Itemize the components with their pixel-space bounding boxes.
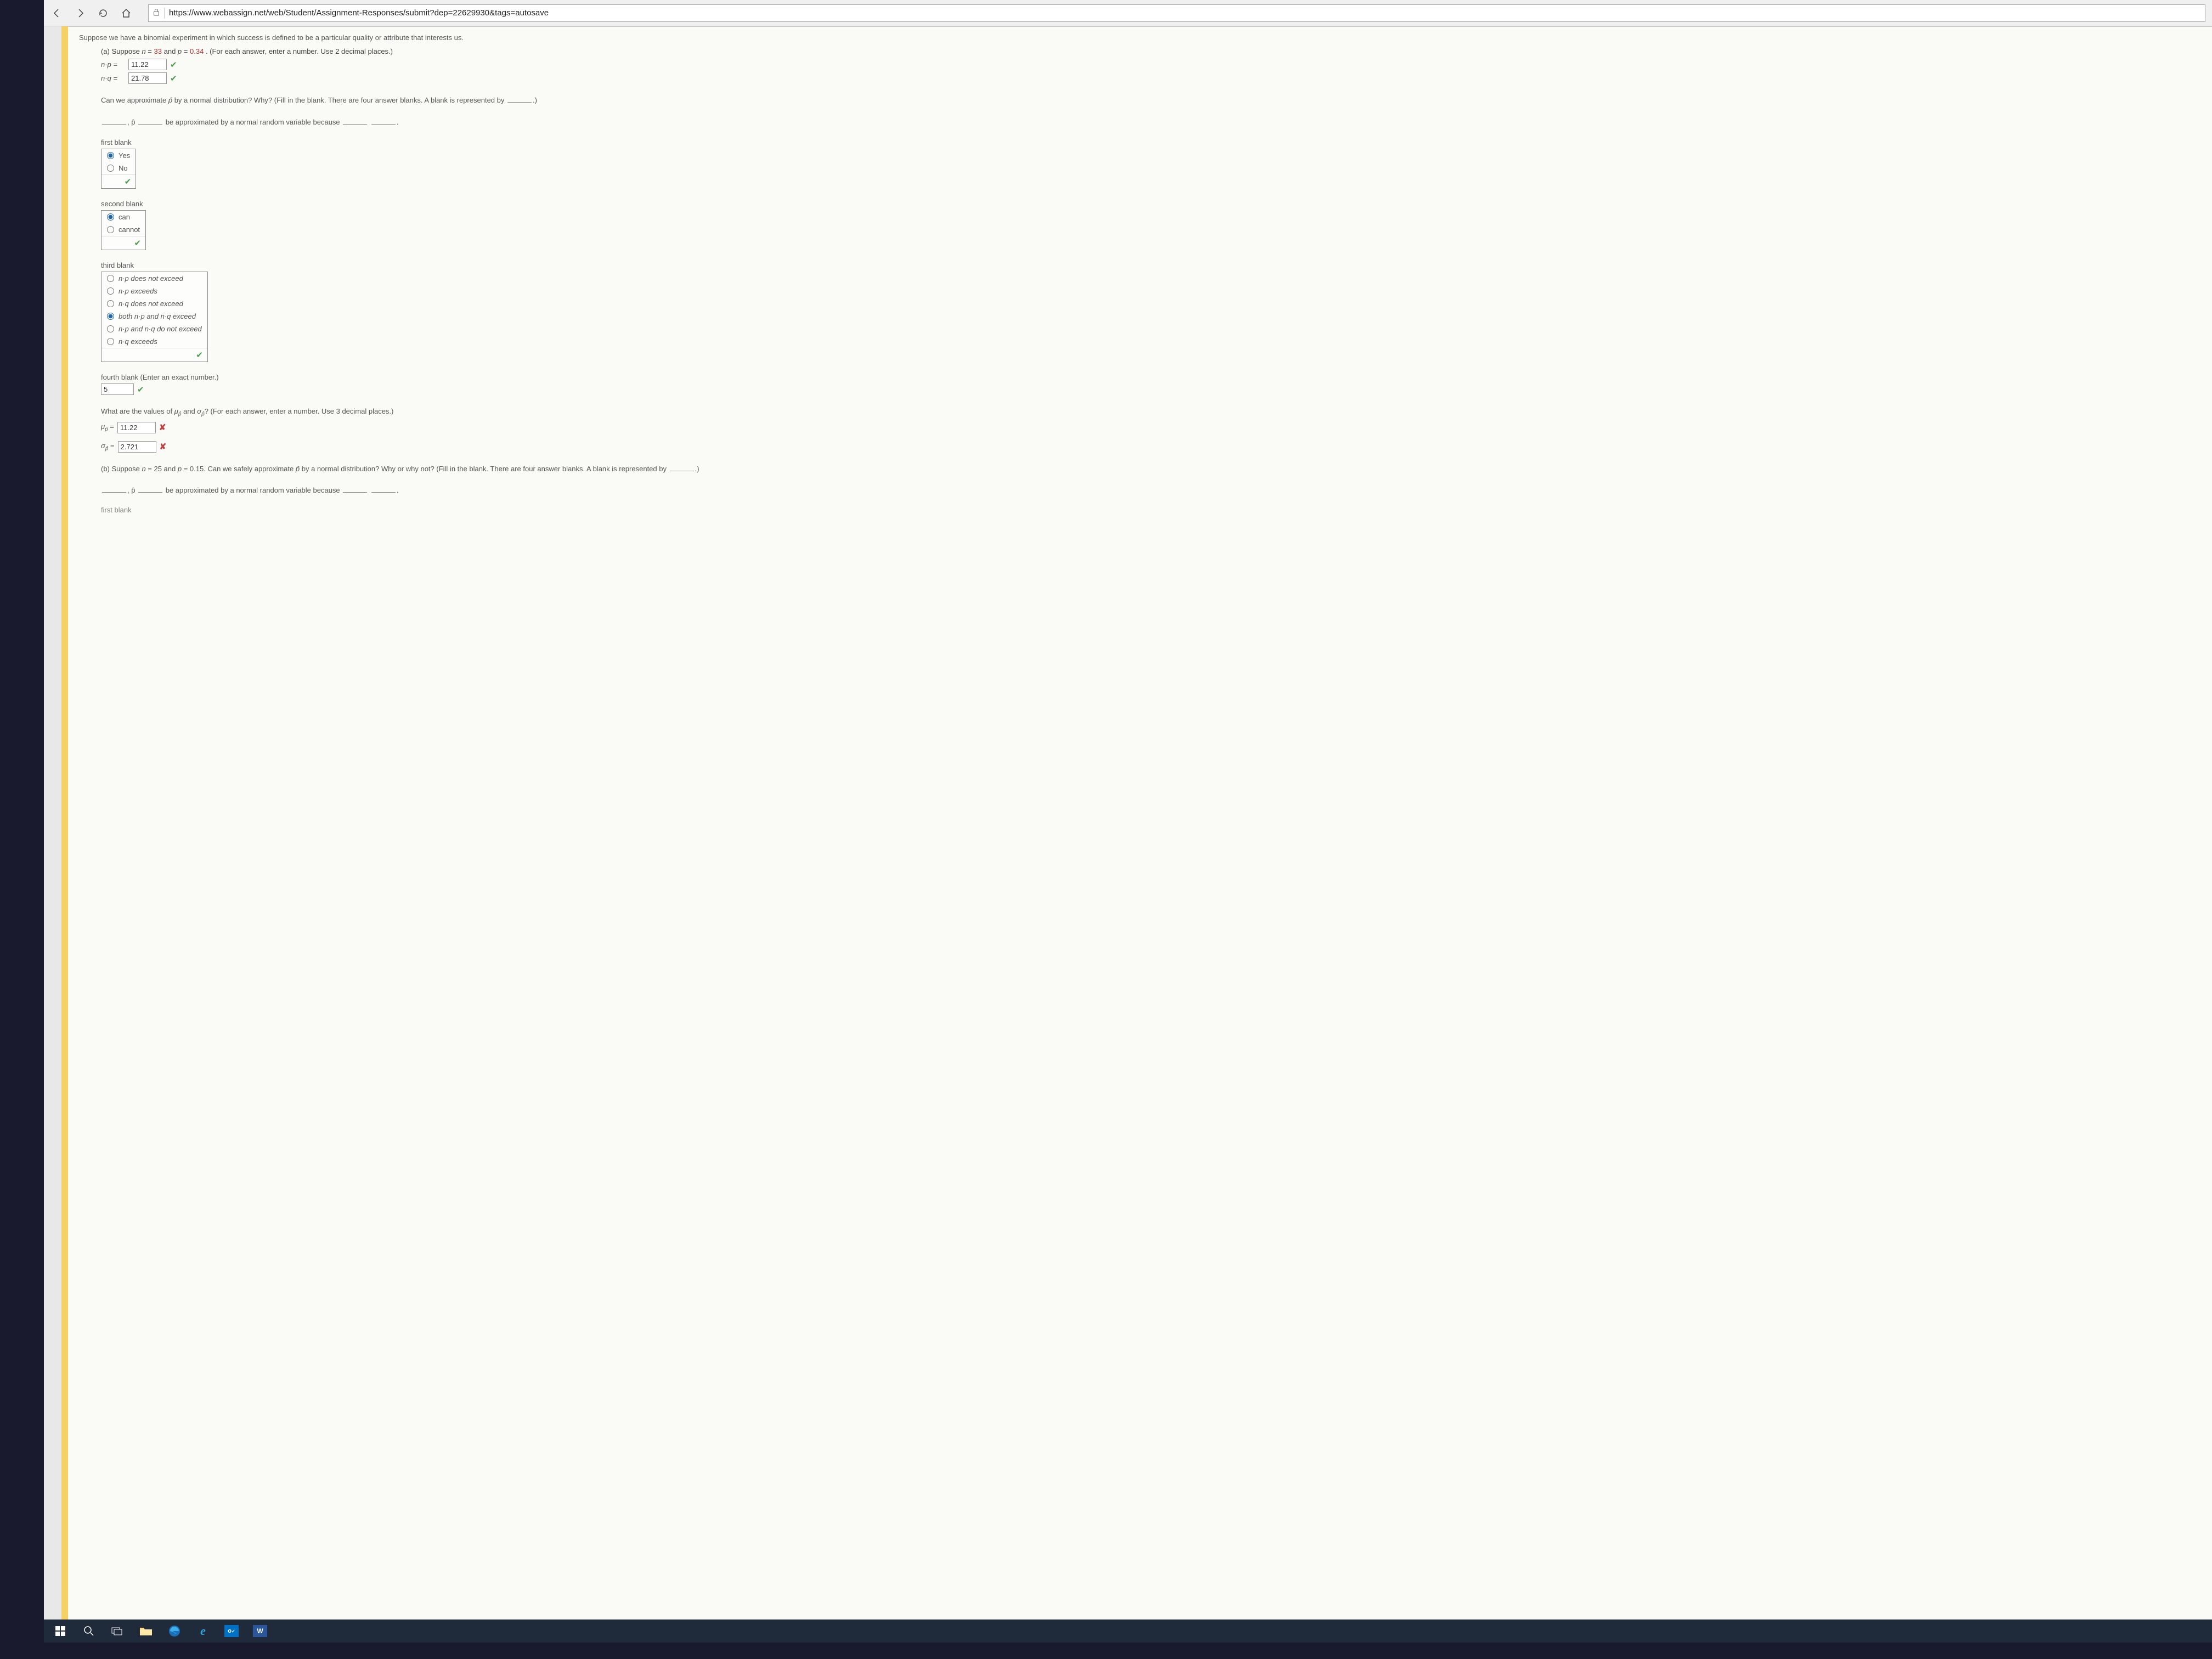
blank3-opt-2[interactable]: n·q does not exceed bbox=[101, 297, 207, 310]
radio[interactable] bbox=[107, 275, 114, 282]
nq-input[interactable] bbox=[128, 72, 167, 84]
sigma-input[interactable] bbox=[118, 441, 156, 453]
opt-label: n·p does not exceed bbox=[119, 274, 183, 283]
blank1-opt-yes[interactable]: Yes bbox=[101, 149, 136, 162]
opt-label: n·p and n·q do not exceed bbox=[119, 325, 202, 333]
np-label: n·p = bbox=[101, 60, 125, 69]
blank3-options: n·p does not exceed n·p exceeds n·q does… bbox=[101, 272, 208, 362]
check-icon: ✔ bbox=[196, 351, 203, 360]
nq-label: n·q = bbox=[101, 74, 125, 82]
mu-sigma-question: What are the values of μp̂ and σp̂? (For… bbox=[101, 406, 2201, 419]
opt-label: n·p exceeds bbox=[119, 287, 157, 295]
radio-can[interactable] bbox=[107, 213, 114, 221]
edge-browser-icon[interactable] bbox=[167, 1623, 182, 1639]
p-label: p bbox=[178, 47, 182, 55]
blank4-input[interactable] bbox=[101, 383, 134, 395]
radio[interactable] bbox=[107, 313, 114, 320]
forward-button[interactable] bbox=[74, 7, 87, 20]
blank4-label: fourth blank (Enter an exact number.) bbox=[101, 373, 2201, 381]
address-bar[interactable]: https://www.webassign.net/web/Student/As… bbox=[148, 4, 2205, 22]
word-icon[interactable]: W bbox=[252, 1623, 268, 1639]
check-icon: ✔ bbox=[125, 177, 132, 187]
blank3-opt-4[interactable]: n·p and n·q do not exceed bbox=[101, 323, 207, 335]
question-accent-strip bbox=[61, 26, 68, 1643]
check-icon: ✔ bbox=[137, 385, 144, 394]
blank1-options: Yes No ✔ bbox=[101, 149, 136, 189]
blank3-opt-1[interactable]: n·p exceeds bbox=[101, 285, 207, 297]
lock-icon bbox=[153, 8, 160, 18]
blank2-opt-cannot[interactable]: cannot bbox=[101, 223, 145, 236]
left-gutter bbox=[44, 26, 61, 1643]
file-explorer-icon[interactable] bbox=[138, 1623, 154, 1639]
sentence-mid1: , p̂ bbox=[127, 118, 137, 126]
refresh-button[interactable] bbox=[97, 7, 110, 20]
p-value: 0.34 bbox=[190, 47, 204, 55]
browser-toolbar: https://www.webassign.net/web/Student/As… bbox=[44, 0, 2212, 26]
cross-icon: ✘ bbox=[159, 422, 166, 432]
np-row: n·p = ✔ bbox=[101, 59, 2201, 70]
opt-label: cannot bbox=[119, 225, 140, 234]
part-a-prefix: (a) Suppose bbox=[101, 47, 142, 55]
blank3-opt-0[interactable]: n·p does not exceed bbox=[101, 272, 207, 285]
opt-label: both n·p and n·q exceed bbox=[119, 312, 196, 320]
mu-input[interactable] bbox=[117, 422, 156, 433]
blank2-label: second blank bbox=[101, 200, 2201, 208]
radio-cannot[interactable] bbox=[107, 226, 114, 233]
blank3-label: third blank bbox=[101, 261, 2201, 269]
blank1-label: first blank bbox=[101, 138, 2201, 146]
blank1b-label: first blank bbox=[101, 506, 2201, 514]
outlook-icon[interactable]: o✓ bbox=[224, 1623, 239, 1639]
radio[interactable] bbox=[107, 287, 114, 295]
opt-label: Yes bbox=[119, 151, 130, 160]
blank3-opt-3[interactable]: both n·p and n·q exceed bbox=[101, 310, 207, 323]
radio-yes[interactable] bbox=[107, 152, 114, 159]
n-value: 33 bbox=[154, 47, 162, 55]
nq-row: n·q = ✔ bbox=[101, 72, 2201, 84]
blank2-options: can cannot ✔ bbox=[101, 210, 146, 250]
blank3-opt-5[interactable]: n·q exceeds bbox=[101, 335, 207, 348]
radio[interactable] bbox=[107, 338, 114, 345]
separator bbox=[164, 8, 165, 19]
fill-sentence: , p̂ be approximated by a normal random … bbox=[101, 117, 2201, 128]
ie-browser-icon[interactable]: e bbox=[195, 1623, 211, 1639]
back-button[interactable] bbox=[50, 7, 64, 20]
part-a-suffix: . (For each answer, enter a number. Use … bbox=[206, 47, 393, 55]
start-button[interactable] bbox=[53, 1623, 68, 1639]
search-icon[interactable] bbox=[81, 1623, 97, 1639]
approx-question: Can we approximate p̂ by a normal distri… bbox=[101, 95, 2201, 106]
np-input[interactable] bbox=[128, 59, 167, 70]
fill-sentence-b: , p̂ be approximated by a normal random … bbox=[101, 485, 2201, 496]
radio-no[interactable] bbox=[107, 165, 114, 172]
url-text: https://www.webassign.net/web/Student/As… bbox=[169, 8, 549, 18]
opt-label: n·q does not exceed bbox=[119, 300, 183, 308]
blank1-opt-no[interactable]: No bbox=[101, 162, 136, 174]
check-icon: ✔ bbox=[170, 60, 177, 70]
blank2-opt-can[interactable]: can bbox=[101, 211, 145, 223]
question-intro: Suppose we have a binomial experiment in… bbox=[79, 33, 2201, 42]
cross-icon: ✘ bbox=[160, 442, 167, 452]
home-button[interactable] bbox=[120, 7, 133, 20]
part-a-mid: and bbox=[164, 47, 178, 55]
sentence-mid2: be approximated by a normal random varia… bbox=[163, 118, 342, 126]
task-view-icon[interactable] bbox=[110, 1623, 125, 1639]
part-b-prompt: (b) Suppose n = 25 and p = 0.15. Can we … bbox=[101, 464, 2201, 475]
sentence-b-mid2: be approximated by a normal random varia… bbox=[163, 486, 342, 494]
check-icon: ✔ bbox=[170, 74, 177, 83]
opt-label: n·q exceeds bbox=[119, 337, 157, 346]
radio[interactable] bbox=[107, 300, 114, 307]
question-panel: Suppose we have a binomial experiment in… bbox=[68, 26, 2212, 1643]
n-label: n bbox=[142, 47, 145, 55]
part-a-prompt: (a) Suppose n = 33 and p = 0.34 . (For e… bbox=[101, 47, 2201, 55]
check-icon: ✔ bbox=[134, 239, 141, 248]
radio[interactable] bbox=[107, 325, 114, 332]
opt-label: No bbox=[119, 164, 128, 172]
sentence-b-mid1: , p̂ bbox=[127, 486, 137, 494]
opt-label: can bbox=[119, 213, 130, 221]
windows-taskbar: e o✓ W bbox=[44, 1620, 2212, 1643]
